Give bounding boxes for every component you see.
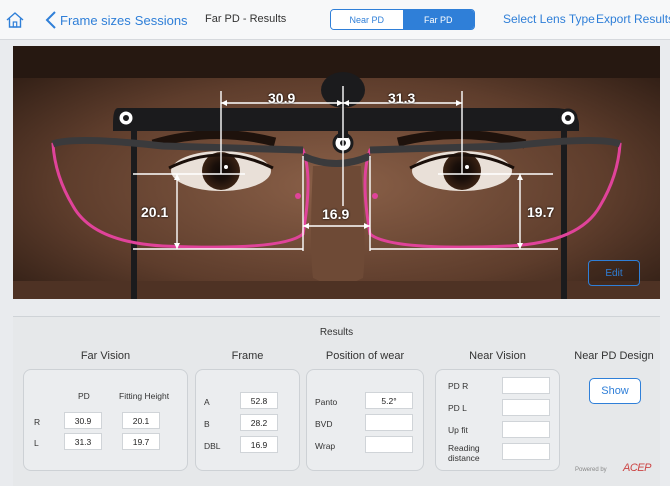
page-title: Far PD - Results (205, 13, 287, 25)
position-of-wear-title: Position of wear (325, 350, 405, 362)
top-nav-bar: Frame sizes Sessions Far PD - Results Ne… (0, 0, 670, 40)
frame-dbl-label: DBL (204, 441, 221, 451)
frame-title: Frame (231, 350, 264, 362)
up-fit-field[interactable] (502, 421, 550, 438)
near-pd-r-field[interactable] (502, 377, 550, 394)
frame-dbl-field[interactable]: 16.9 (240, 436, 278, 453)
far-pd-right-field[interactable]: 30.9 (64, 412, 102, 429)
reading-distance-label: Reading distance (448, 443, 480, 463)
measurement-height-right: 20.1 (141, 204, 169, 220)
near-vision-title: Near Vision (469, 350, 526, 362)
reading-distance-field[interactable] (502, 443, 550, 460)
bvd-field[interactable] (365, 414, 413, 431)
frame-card: A 52.8 B 28.2 DBL 16.9 (195, 369, 300, 471)
results-panel: Results Far Vision PD Fitting Height R 3… (13, 316, 660, 486)
wrap-label: Wrap (315, 441, 336, 451)
pd-mode-segmented-control: Near PD Far PD (330, 9, 475, 30)
panto-label: Panto (315, 397, 338, 407)
far-vision-card: PD Fitting Height R 30.9 20.1 L 31.3 19.… (23, 369, 188, 471)
face-photo-measurement: 30.9 31.3 20.1 19.7 16.9 Edit (13, 46, 660, 299)
edit-button[interactable]: Edit (588, 260, 640, 286)
col-fitting-height-header: Fitting Height (119, 391, 170, 401)
near-vision-card: PD R PD L Up fit Reading distance (435, 369, 560, 471)
col-pd-header: PD (78, 391, 90, 401)
panto-field[interactable]: 5.2° (365, 392, 413, 409)
near-pd-l-field[interactable] (502, 399, 550, 416)
segment-far-pd[interactable]: Far PD (402, 10, 474, 29)
measurement-height-left: 19.7 (527, 204, 555, 220)
face-photo-image (13, 46, 660, 299)
row-eye-right: R (34, 417, 41, 427)
position-of-wear-card: Panto 5.2° BVD Wrap (306, 369, 424, 471)
export-results-link[interactable]: Export Results (596, 12, 670, 26)
near-pd-l-label: PD L (448, 403, 467, 413)
results-title: Results (319, 327, 354, 338)
select-lens-type-link[interactable]: Select Lens Type (503, 12, 595, 26)
measurement-bridge: 16.9 (322, 206, 350, 222)
far-pd-left-field[interactable]: 31.3 (64, 433, 102, 450)
frame-a-field[interactable]: 52.8 (240, 392, 278, 409)
brand-logo: ACEP (623, 462, 651, 474)
far-height-right-field[interactable]: 20.1 (122, 412, 160, 429)
show-near-pd-design-button[interactable]: Show (589, 378, 641, 404)
powered-by-label: Powered by (575, 467, 607, 473)
sessions-link[interactable]: Sessions (135, 13, 188, 28)
wrap-field[interactable] (365, 436, 413, 453)
far-vision-title: Far Vision (80, 350, 131, 362)
up-fit-label: Up fit (448, 425, 468, 435)
near-pd-design-title: Near PD Design (574, 350, 654, 362)
back-button[interactable]: Frame sizes Sessions (44, 8, 188, 32)
measurement-pd-left: 31.3 (388, 90, 416, 106)
home-icon[interactable] (4, 9, 26, 31)
segment-near-pd[interactable]: Near PD (331, 10, 403, 29)
frame-b-field[interactable]: 28.2 (240, 414, 278, 431)
bvd-label: BVD (315, 419, 333, 429)
near-pd-r-label: PD R (448, 381, 469, 391)
frame-a-label: A (204, 397, 210, 407)
back-label: Frame sizes (60, 12, 131, 28)
measurement-pd-right: 30.9 (268, 90, 296, 106)
row-eye-left: L (34, 438, 39, 448)
far-height-left-field[interactable]: 19.7 (122, 433, 160, 450)
chevron-left-icon (45, 11, 56, 29)
frame-b-label: B (204, 419, 210, 429)
